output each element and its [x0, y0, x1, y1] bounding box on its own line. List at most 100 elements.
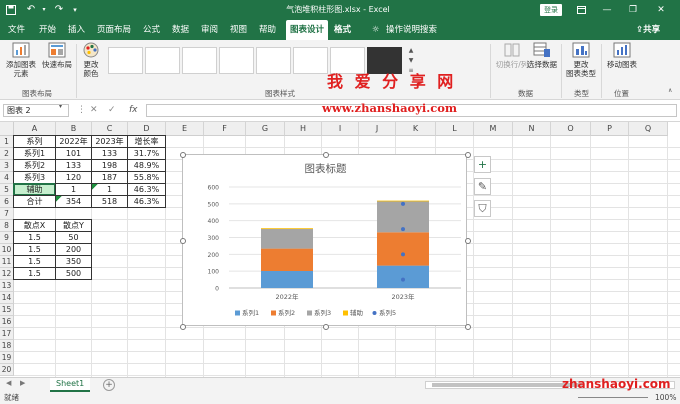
column-header-m[interactable]: M [474, 122, 513, 136]
zoom-slider[interactable] [578, 397, 648, 398]
table-cell[interactable]: 354 [55, 195, 92, 208]
scatter-point[interactable] [401, 277, 405, 282]
column-header-n[interactable]: N [513, 122, 551, 136]
row-header-14[interactable]: 14 [0, 292, 14, 304]
row-header-20[interactable]: 20 [0, 364, 14, 376]
chart-title[interactable]: 图表标题 [305, 162, 347, 175]
row-header-2[interactable]: 2 [0, 148, 14, 160]
name-box-dropdown-icon[interactable]: ▾ [59, 103, 62, 110]
bar-segment[interactable] [261, 270, 313, 288]
chart-style-5[interactable] [256, 47, 291, 74]
tab-home[interactable]: 开始 [39, 20, 56, 40]
row-header-1[interactable]: 1 [0, 136, 14, 148]
scrollbar-thumb[interactable] [432, 383, 582, 387]
save-icon[interactable] [4, 0, 18, 20]
legend-entry[interactable]: 系列1 [242, 308, 259, 317]
column-header-l[interactable]: L [436, 122, 474, 136]
share-button[interactable]: ⇪共享 [636, 20, 660, 40]
chart-resize-handle[interactable] [465, 238, 471, 244]
row-header-11[interactable]: 11 [0, 256, 14, 268]
tab-formulas[interactable]: 公式 [143, 20, 160, 40]
chart-styles-button[interactable]: ✎ [474, 178, 491, 195]
chart-style-1[interactable] [108, 47, 143, 74]
chart-style-2[interactable] [145, 47, 180, 74]
cancel-icon[interactable]: ✕ [90, 104, 98, 117]
legend-entry[interactable]: 系列5 [379, 308, 396, 317]
select-data-button[interactable]: 选择数据 [527, 42, 557, 69]
bar-segment[interactable] [377, 265, 429, 288]
column-header-q[interactable]: Q [629, 122, 668, 136]
chart-resize-handle[interactable] [180, 238, 186, 244]
close-button[interactable]: ✕ [650, 0, 672, 20]
row-header-12[interactable]: 12 [0, 268, 14, 280]
chart-resize-handle[interactable] [180, 152, 186, 158]
column-header-o[interactable]: O [551, 122, 591, 136]
column-header-h[interactable]: H [285, 122, 322, 136]
redo-icon[interactable]: ↷ [52, 0, 66, 20]
chart-style-4[interactable] [219, 47, 254, 74]
customize-qat-icon[interactable]: ▾ [70, 0, 80, 20]
row-header-19[interactable]: 19 [0, 352, 14, 364]
chart-filters-button[interactable]: ⛉ [474, 200, 491, 217]
column-header-b[interactable]: B [56, 122, 92, 136]
row-header-6[interactable]: 6 [0, 196, 14, 208]
table-cell[interactable]: 合计 [13, 195, 56, 208]
add-chart-element-button[interactable]: 添加图表 元素 [4, 42, 38, 78]
chart-resize-handle[interactable] [322, 324, 329, 330]
change-chart-type-button[interactable]: 更改 图表类型 [565, 42, 597, 78]
tab-review[interactable]: 审阅 [201, 20, 218, 40]
login-button[interactable]: 登录 [540, 4, 562, 16]
insert-function-icon[interactable]: fx [129, 104, 138, 117]
row-header-7[interactable]: 7 [0, 208, 14, 220]
tab-help[interactable]: 帮助 [259, 20, 276, 40]
chart-style-3[interactable] [182, 47, 217, 74]
bar-segment[interactable] [261, 228, 313, 249]
tab-chart-design[interactable]: 图表设计 [286, 20, 329, 40]
bar-segment[interactable] [377, 232, 429, 266]
row-header-8[interactable]: 8 [0, 220, 14, 232]
prev-sheet-icon[interactable]: ◀ [6, 379, 11, 387]
sheet-tab-sheet1[interactable]: Sheet1 [50, 378, 91, 392]
tab-insert[interactable]: 插入 [68, 20, 85, 40]
tab-file[interactable]: 文件 [8, 20, 25, 40]
column-header-j[interactable]: J [359, 122, 396, 136]
legend-entry[interactable]: 辅助 [350, 308, 364, 317]
undo-dropdown-icon[interactable]: ▾ [40, 0, 48, 20]
column-header-a[interactable]: A [14, 122, 56, 136]
tab-view[interactable]: 视图 [230, 20, 247, 40]
restore-button[interactable]: ❐ [622, 0, 644, 20]
row-header-17[interactable]: 17 [0, 328, 14, 340]
column-header-d[interactable]: D [128, 122, 166, 136]
table-cell[interactable]: 518 [91, 195, 128, 208]
undo-icon[interactable]: ↶ [24, 0, 38, 20]
row-header-16[interactable]: 16 [0, 316, 14, 328]
column-header-k[interactable]: K [396, 122, 436, 136]
bar-segment[interactable] [377, 200, 429, 202]
column-header-e[interactable]: E [166, 122, 204, 136]
chart-resize-handle[interactable] [322, 152, 329, 158]
column-header-p[interactable]: P [591, 122, 629, 136]
enter-icon[interactable]: ✓ [108, 104, 116, 117]
ribbon-display-icon[interactable] [570, 0, 592, 20]
tab-format[interactable]: 格式 [334, 20, 351, 40]
scatter-point[interactable] [401, 227, 405, 232]
minimize-button[interactable]: — [596, 0, 618, 20]
legend-entry[interactable]: 系列3 [314, 308, 331, 317]
row-header-4[interactable]: 4 [0, 172, 14, 184]
change-colors-button[interactable]: 更改 颜色 [78, 42, 104, 78]
quick-layout-button[interactable]: 快速布局 [40, 42, 74, 69]
scatter-table-cell[interactable]: 1.5 [13, 267, 56, 280]
next-sheet-icon[interactable]: ▶ [20, 379, 25, 387]
table-cell[interactable]: 46.3% [127, 195, 166, 208]
chart-style-6[interactable] [293, 47, 328, 74]
add-sheet-icon[interactable]: + [103, 379, 115, 391]
column-header-f[interactable]: F [204, 122, 246, 136]
column-header-g[interactable]: G [246, 122, 285, 136]
collapse-ribbon-icon[interactable]: ∧ [668, 87, 672, 94]
legend-entry[interactable]: 系列2 [278, 308, 295, 317]
row-header-10[interactable]: 10 [0, 244, 14, 256]
select-all-corner[interactable] [0, 122, 14, 136]
scatter-point[interactable] [401, 201, 405, 206]
chart-resize-handle[interactable] [180, 324, 186, 330]
bar-segment[interactable] [261, 248, 313, 271]
